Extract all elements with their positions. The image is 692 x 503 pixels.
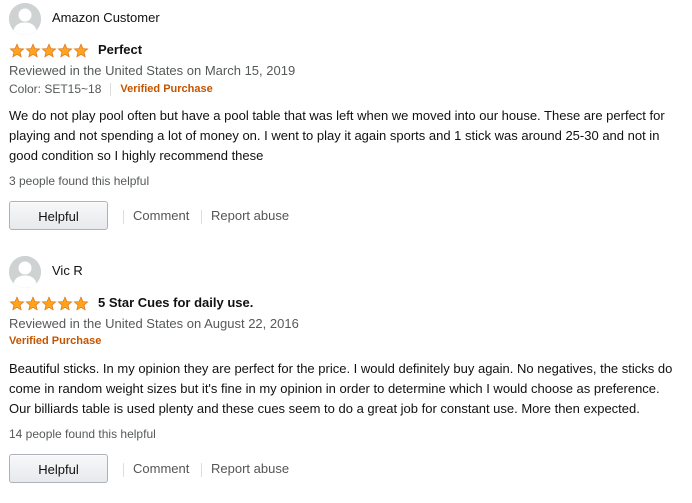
review-body: We do not play pool often but have a poo… [9,108,665,163]
review-card: Amazon Customer Perfect Reviewed in the … [0,0,692,250]
comment-link[interactable]: Comment [133,461,189,476]
star-icon [41,296,57,311]
review-meta: Verified Purchase [9,335,101,347]
star-icon [9,43,25,58]
review-card: Vic R 5 Star Cues for daily use. Reviewe… [0,253,692,503]
helpful-button[interactable]: Helpful [9,201,108,230]
star-icon [25,296,41,311]
review-date: Reviewed in the United States on March 1… [9,63,296,78]
verified-purchase-badge: Verified Purchase [9,335,102,347]
helpful-count: 3 people found this helpful [9,174,150,188]
reviewer-name[interactable]: Vic R [52,263,83,278]
review-date: Reviewed in the United States on August … [9,316,299,331]
verified-purchase-badge: Verified Purchase [120,83,213,95]
star-icon [73,43,89,58]
user-avatar-icon [9,3,41,35]
star-icon [41,43,57,58]
divider [123,210,124,224]
avatar[interactable] [9,256,41,288]
variant-info[interactable]: Color: SET15~18 [9,82,101,96]
user-avatar-icon [9,256,41,288]
star-icon [9,296,25,311]
review-title[interactable]: 5 Star Cues for daily use. [98,295,253,310]
star-icon [57,296,73,311]
star-icon [25,43,41,58]
star-icon [73,296,89,311]
reviewer-name[interactable]: Amazon Customer [52,10,160,25]
helpful-button[interactable]: Helpful [9,454,108,483]
avatar[interactable] [9,3,41,35]
divider [201,210,202,224]
comment-link[interactable]: Comment [133,208,189,223]
divider [123,463,124,477]
review-body: Beautiful sticks. In my opinion they are… [9,361,673,416]
star-rating[interactable] [9,296,89,312]
review-title[interactable]: Perfect [98,42,142,57]
review-meta: Color: SET15~18 Verified Purchase [9,82,213,96]
divider [201,463,202,477]
star-icon [57,43,73,58]
report-abuse-link[interactable]: Report abuse [211,461,289,476]
divider [110,82,112,96]
star-rating[interactable] [9,43,89,59]
helpful-count: 14 people found this helpful [9,427,156,441]
report-abuse-link[interactable]: Report abuse [211,208,289,223]
